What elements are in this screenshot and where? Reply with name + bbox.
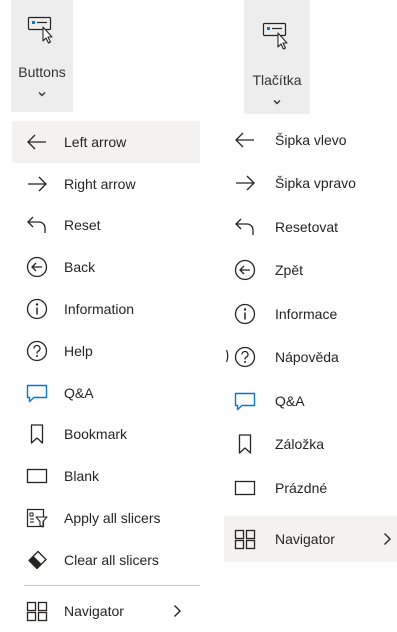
apply-slicers-icon: [24, 505, 50, 531]
bookmark-icon: [24, 421, 50, 447]
menu-divider: [24, 584, 200, 586]
button-cursor-icon: [27, 14, 57, 44]
buttons-ribbon-button[interactable]: Buttons: [11, 0, 73, 112]
menu-item-zpet[interactable]: Zpět: [224, 249, 397, 293]
chevron-down-icon: [37, 90, 47, 98]
menu-item-label: Right arrow: [64, 175, 136, 192]
menu-item-navigator[interactable]: Navigator: [12, 590, 200, 632]
menu-item-blank[interactable]: Blank: [12, 455, 200, 497]
right-arrow-icon: [232, 170, 258, 196]
buttons-dropdown-menu: Left arrow Right arrow Reset Back Inform…: [12, 121, 200, 632]
menu-item-apply-all-slicers[interactable]: Apply all slicers: [12, 497, 200, 539]
blank-icon: [232, 475, 258, 501]
left-arrow-icon: [24, 129, 50, 155]
menu-item-bookmark[interactable]: Bookmark: [12, 414, 200, 456]
menu-item-sipka-vpravo[interactable]: Šipka vpravo: [224, 162, 397, 206]
menu-item-label: Nápověda: [275, 349, 339, 366]
menu-item-information[interactable]: Information: [12, 288, 200, 330]
help-icon: [232, 344, 258, 370]
menu-item-label: Bookmark: [64, 426, 128, 443]
menu-item-label: Navigator: [64, 602, 124, 619]
menu-item-label: Prázdné: [275, 479, 328, 496]
menu-item-label: Šipka vpravo: [275, 175, 356, 192]
left-arrow-icon: [232, 127, 258, 153]
chevron-down-icon: [272, 98, 282, 106]
back-icon: [232, 257, 258, 283]
back-icon: [24, 254, 50, 280]
menu-item-label: Resetovat: [275, 218, 339, 235]
qna-icon: [232, 388, 258, 414]
menu-item-clear-all-slicers[interactable]: Clear all slicers: [12, 539, 200, 581]
menu-item-label: Navigator: [275, 530, 335, 547]
information-icon: [232, 301, 258, 327]
menu-item-qna[interactable]: Q&A: [224, 379, 397, 423]
menu-item-left-arrow[interactable]: Left arrow: [12, 121, 200, 163]
menu-item-label: Clear all slicers: [64, 551, 159, 568]
menu-item-label: Šipka vlevo: [275, 131, 347, 148]
navigator-icon: [232, 526, 258, 552]
information-icon: [24, 296, 50, 322]
menu-item-label: Apply all slicers: [64, 510, 161, 527]
crop-artifact: [226, 349, 229, 363]
menu-item-informace[interactable]: Informace: [224, 292, 397, 336]
chevron-right-icon: [172, 604, 182, 618]
menu-item-label: Reset: [64, 217, 101, 234]
menu-item-reset[interactable]: Reset: [12, 205, 200, 247]
qna-icon: [24, 380, 50, 406]
bookmark-icon: [232, 431, 258, 457]
button-cursor-icon: [262, 20, 292, 50]
menu-item-label: Informace: [275, 305, 338, 322]
menu-item-label: Zpět: [275, 262, 304, 279]
buttons-ribbon-label: Buttons: [18, 64, 66, 80]
clear-slicers-icon: [24, 547, 50, 573]
menu-item-label: Blank: [64, 468, 100, 485]
blank-icon: [24, 463, 50, 489]
menu-item-label: Záložka: [275, 436, 325, 453]
menu-item-navigator[interactable]: Navigator: [224, 515, 397, 562]
menu-item-prazdne[interactable]: Prázdné: [224, 466, 397, 510]
right-arrow-icon: [24, 171, 50, 197]
menu-item-back[interactable]: Back: [12, 246, 200, 288]
navigator-icon: [24, 598, 50, 624]
help-icon: [24, 338, 50, 364]
menu-item-label: Help: [64, 342, 93, 359]
menu-item-label: Left arrow: [64, 133, 127, 150]
reset-icon: [232, 214, 258, 240]
menu-item-right-arrow[interactable]: Right arrow: [12, 163, 200, 205]
menu-item-label: Information: [64, 301, 135, 318]
buttons-panel-english: Buttons Left arrow Right arrow Reset Bac…: [0, 0, 200, 621]
menu-item-zalozka[interactable]: Záložka: [224, 423, 397, 467]
menu-item-label: Q&A: [64, 384, 94, 401]
tlacitka-ribbon-label: Tlačítka: [252, 72, 302, 88]
menu-item-label: Back: [64, 259, 96, 276]
tlacitka-dropdown-menu: Šipka vlevo Šipka vpravo Resetovat Zpět …: [224, 118, 397, 562]
chevron-right-icon: [382, 532, 392, 546]
menu-item-help[interactable]: Help: [12, 330, 200, 372]
menu-item-napoveda[interactable]: Nápověda: [224, 336, 397, 380]
menu-item-qna[interactable]: Q&A: [12, 372, 200, 414]
menu-item-sipka-vlevo[interactable]: Šipka vlevo: [224, 118, 397, 162]
menu-item-label: Q&A: [275, 392, 305, 409]
menu-item-resetovat[interactable]: Resetovat: [224, 205, 397, 249]
buttons-panel-czech: Tlačítka Šipka vlevo Šipka vpravo Reseto…: [224, 0, 397, 562]
tlacitka-ribbon-button[interactable]: Tlačítka: [244, 0, 310, 114]
reset-icon: [24, 212, 50, 238]
